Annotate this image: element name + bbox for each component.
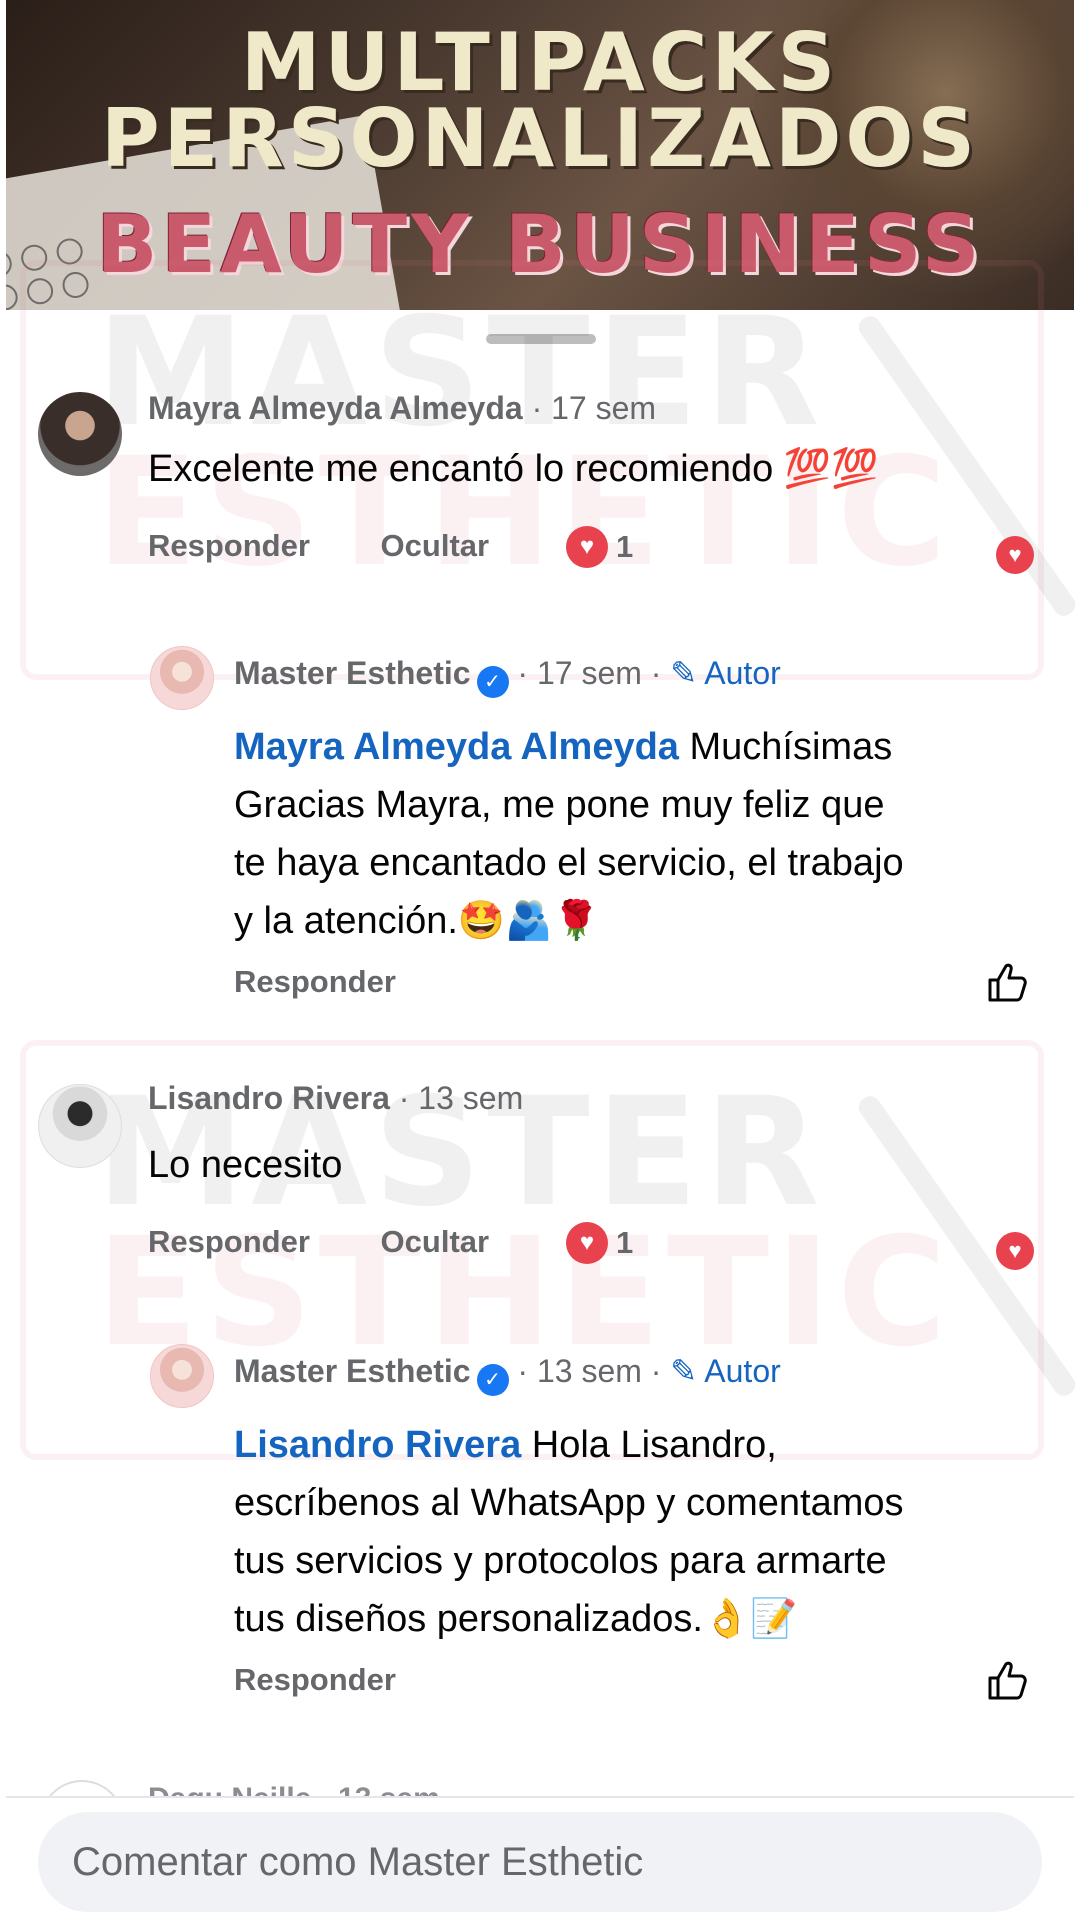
verified-badge-icon: ✓: [476, 666, 509, 698]
post-banner-image: MULTIPACKS PERSONALIZADOS BEAUTY BUSINES…: [6, 0, 1074, 310]
like-icon[interactable]: [984, 1656, 1032, 1704]
reply-author[interactable]: Master Esthetic: [234, 1353, 471, 1389]
comment-meta: Lisandro Rivera · 13 sem: [148, 1080, 523, 1117]
reply-button[interactable]: Responder: [148, 528, 310, 564]
hundred-emoji: 💯💯: [783, 448, 879, 490]
comment-thread: Lisandro Rivera · 13 sem Lo necesito Res…: [6, 1010, 1074, 1710]
heart-icon[interactable]: ♥: [996, 1232, 1034, 1270]
reply-text: Mayra Almeyda Almeyda Muchísimas Gracias…: [234, 726, 904, 942]
reply-time[interactable]: · 13 sem ·: [517, 1353, 661, 1389]
comment-input[interactable]: [72, 1839, 1042, 1885]
reply-text: Lisandro Rivera Hola Lisandro, escríbeno…: [234, 1424, 904, 1640]
avatar[interactable]: [38, 392, 122, 476]
avatar[interactable]: [150, 646, 214, 710]
heart-icon: ♥: [566, 526, 608, 568]
composer-divider: [6, 1796, 1074, 1798]
reply-time[interactable]: · 17 sem ·: [517, 655, 661, 691]
reply-button[interactable]: Responder: [234, 964, 396, 1000]
avatar[interactable]: [40, 1780, 124, 1796]
comment-actions: Responder Ocultar: [148, 1224, 489, 1260]
comment-composer[interactable]: [38, 1812, 1042, 1912]
reaction-summary[interactable]: ♥ 1: [566, 1222, 633, 1264]
hide-button[interactable]: Ocultar: [381, 1224, 490, 1260]
comments-sheet: MASTER ESTHETIC MASTER ESTHETIC Mayra Al…: [6, 260, 1080, 1920]
reply-actions: Responder: [234, 1662, 396, 1698]
reply-button[interactable]: Responder: [148, 1224, 310, 1260]
comment-author[interactable]: Mayra Almeyda Almeyda: [148, 390, 523, 426]
comment-text: Lo necesito: [148, 1144, 343, 1186]
hide-button[interactable]: Ocultar: [381, 528, 490, 564]
mention-link[interactable]: Mayra Almeyda Almeyda: [234, 726, 679, 768]
author-badge: ✎ Autor: [670, 655, 781, 691]
verified-badge-icon: ✓: [476, 1364, 509, 1396]
comment-time[interactable]: · 13 sem: [399, 1080, 523, 1116]
mention-link[interactable]: Lisandro Rivera: [234, 1424, 521, 1466]
reaction-summary[interactable]: ♥ 1: [566, 526, 633, 568]
comment-author[interactable]: Lisandro Rivera: [148, 1080, 390, 1116]
heart-icon[interactable]: ♥: [996, 536, 1034, 574]
banner-title-line2: PERSONALIZADOS: [100, 92, 980, 185]
author-badge: ✎ Autor: [670, 1353, 781, 1389]
reaction-count: 1: [616, 1225, 634, 1260]
comment-thread: Mayra Almeyda Almeyda · 17 sem Excelente…: [6, 310, 1074, 1010]
reply-button[interactable]: Responder: [234, 1662, 396, 1698]
comment-actions: Responder Ocultar: [148, 528, 489, 564]
comment-meta: Mayra Almeyda Almeyda · 17 sem: [148, 390, 656, 427]
like-icon[interactable]: [984, 958, 1032, 1006]
reply-actions: Responder: [234, 964, 396, 1000]
reply-meta: Master Esthetic ✓ · 13 sem · ✎ Autor: [234, 1352, 781, 1396]
avatar[interactable]: [38, 1084, 122, 1168]
comment-time[interactable]: · 17 sem: [532, 390, 656, 426]
heart-icon: ♥: [566, 1222, 608, 1264]
reply-author[interactable]: Master Esthetic: [234, 655, 471, 691]
comment-text: Excelente me encantó lo recomiendo 💯💯: [148, 448, 879, 490]
avatar[interactable]: [150, 1344, 214, 1408]
banner-title-line3: BEAUTY BUSINESS: [96, 198, 984, 291]
reply-meta: Master Esthetic ✓ · 17 sem · ✎ Autor: [234, 654, 781, 698]
reaction-count: 1: [616, 529, 634, 564]
